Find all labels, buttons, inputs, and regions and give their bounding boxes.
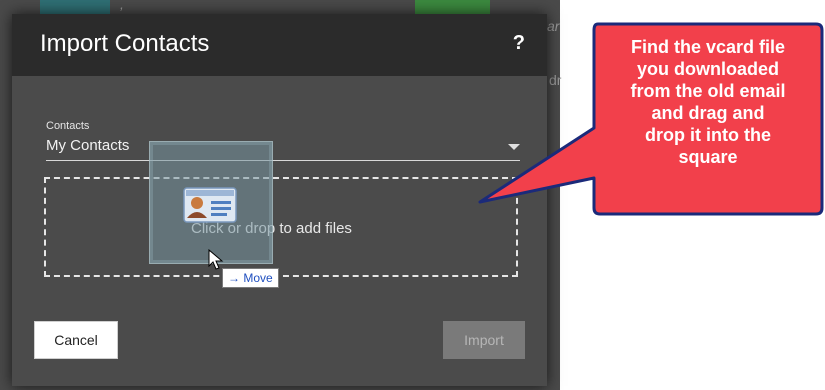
- callout-line: square: [678, 147, 738, 167]
- drag-move-tooltip: → Move: [222, 268, 279, 288]
- dialog-title: Import Contacts: [40, 30, 210, 57]
- file-dropzone[interactable]: Click or drop to add files: [44, 177, 518, 277]
- vcard-file-icon: [183, 187, 237, 223]
- cancel-button[interactable]: Cancel: [34, 321, 118, 359]
- callout-line: you downloaded: [637, 59, 779, 79]
- contacts-field-label: Contacts: [46, 120, 90, 132]
- import-button[interactable]: Import: [443, 321, 525, 359]
- callout-line: drop it into the: [645, 125, 771, 145]
- dragged-file-ghost: [149, 141, 273, 264]
- callout-line: Find the vcard file: [630, 37, 786, 57]
- import-contacts-dialog: Import Contacts ? Contacts My Contacts C…: [12, 14, 547, 386]
- background-toolbar-strip-green: [415, 0, 490, 14]
- dialog-header: Import Contacts ?: [12, 14, 547, 76]
- contacts-select-value: My Contacts: [46, 137, 130, 154]
- callout-text: Find the vcard file you downloaded from …: [597, 36, 819, 168]
- background-toolbar-strip: [40, 0, 110, 14]
- contacts-select[interactable]: My Contacts: [46, 134, 520, 161]
- background-text-fragment: ,: [120, 0, 124, 12]
- callout-line: and drag and: [651, 103, 765, 123]
- callout-line: from the old email: [630, 81, 786, 101]
